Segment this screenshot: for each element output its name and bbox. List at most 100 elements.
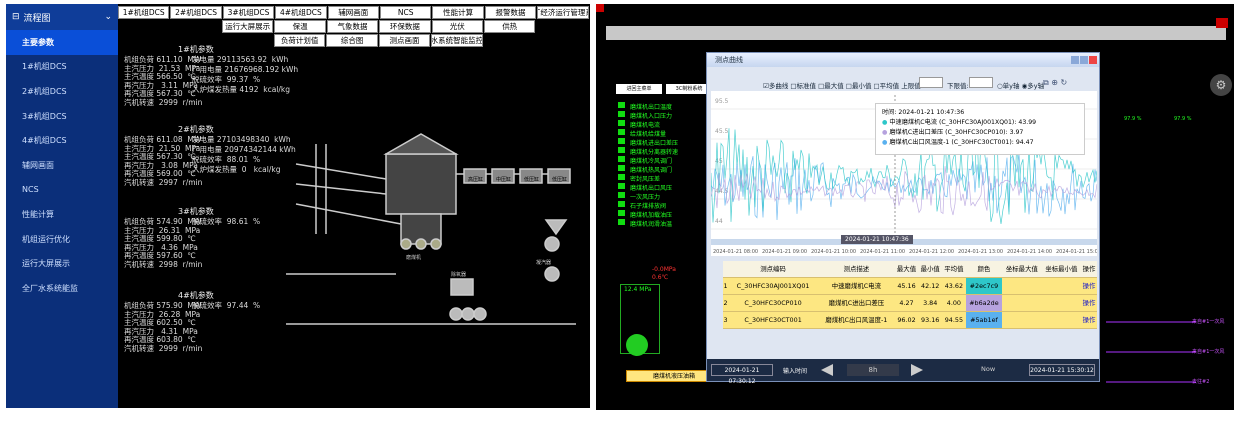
sidebar-item[interactable]: 运行大屏展示 — [6, 251, 118, 276]
unit-title: 4#机参数 — [178, 291, 214, 300]
row-action-link[interactable]: 操作 — [1081, 294, 1097, 312]
unit-title: 2#机参数 — [178, 125, 214, 134]
chevron-down-icon[interactable]: ⌄ — [104, 12, 112, 22]
top-nav-button[interactable]: 4#机组DCS — [275, 6, 327, 19]
top-nav-button[interactable]: 运行大屏展示 — [222, 20, 274, 33]
sidebar-header[interactable]: ⊟ 流程图 ⌄ — [6, 4, 118, 30]
sidebar-item[interactable]: 性能计算 — [6, 202, 118, 227]
tooltip-row: ● 磨煤机C出口风温度-1 (C_30HFC30CT001): 94.47 — [882, 138, 1078, 148]
back-main-menu-button[interactable]: 进回主菜单 — [616, 84, 662, 94]
signal-list-item[interactable]: 磨煤机进出口差压 — [630, 138, 678, 147]
sidebar-item[interactable]: 4#机组DCS — [6, 128, 118, 153]
signal-list-item[interactable]: 磨煤机出口温度 — [630, 102, 672, 111]
top-nav-button[interactable]: 光伏 — [431, 20, 483, 33]
sidebar-item[interactable]: 辅网画面 — [6, 153, 118, 178]
status-indicator — [618, 219, 625, 225]
top-nav-button[interactable]: 1#机组DCS — [118, 6, 170, 19]
row-action-link[interactable]: 操作 — [1081, 311, 1097, 329]
process-diagram: 高压缸 中压缸 低压缸 低压缸 凝汽器 除氧器 磨煤机 — [286, 133, 576, 325]
upper-limit-input[interactable] — [919, 77, 943, 88]
top-nav-button[interactable]: 全厂经济运行管理系统 — [537, 6, 589, 19]
side-value: 97.9 % — [1174, 116, 1192, 122]
minimize-icon[interactable] — [1071, 56, 1079, 64]
table-cell: C_30HFC30CT001 — [728, 311, 819, 329]
y-axis-radio[interactable]: ○单y轴 ◉多y轴 — [997, 80, 1044, 90]
status-indicator — [618, 201, 625, 207]
row-action-link[interactable]: 操作 — [1081, 277, 1097, 295]
table-row[interactable]: 1 C_30HFC30AJ001XQ01 中速磨煤机C电流 45.16 42.12 43.… — [723, 277, 1097, 295]
close-icon[interactable] — [1216, 18, 1228, 28]
diagram-label: 磨煤机 — [406, 254, 421, 261]
zoom-icons[interactable]: ⧉ ⊕ ↻ — [1043, 78, 1067, 88]
table-row[interactable]: 3 C_30HFC30CT001 磨煤机C出口风温度-1 96.02 93.16 94.5… — [723, 311, 1097, 329]
signal-list-item[interactable]: 磨煤机分离器转速 — [630, 147, 678, 156]
close-icon[interactable] — [596, 4, 604, 12]
top-nav-button[interactable]: 负荷计划值 — [274, 34, 326, 47]
start-time-field[interactable]: 2024-01-21 07:30:12 — [711, 364, 773, 385]
signal-list-item[interactable]: 密封风压差 — [630, 174, 660, 183]
options-toolbar[interactable]: ☑多曲线 □标准值 □最大值 □最小值 □平均值 上限值: — [763, 80, 923, 90]
top-nav-button[interactable]: 气象数据 — [326, 20, 379, 33]
header-bar — [606, 26, 1226, 40]
now-button[interactable]: Now — [981, 365, 995, 373]
signal-list-item[interactable]: 磨煤机冷风调门 — [630, 156, 672, 165]
top-nav-button[interactable]: 报警数据 — [484, 6, 537, 19]
sidebar-item[interactable]: 主要参数 — [6, 30, 118, 55]
pipe-label: 来自#1一次风 — [1192, 319, 1225, 325]
top-nav-button[interactable]: 性能计算 — [432, 6, 484, 19]
sidebar-item[interactable]: 全厂水系统能监 — [6, 276, 118, 301]
gear-icon[interactable]: ⚙ — [1210, 74, 1232, 96]
dialog-titlebar: 测点曲线 — [707, 53, 1099, 67]
signal-list-item[interactable]: 石子煤排放阀 — [630, 201, 666, 210]
top-nav-button[interactable]: 综合图 — [326, 34, 378, 47]
table-cell: C_30HFC30CP010 — [728, 294, 819, 312]
table-row[interactable]: 2 C_30HFC30CP010 磨煤机C进出口差压 4.27 3.84 4.00 #b6a… — [723, 294, 1097, 312]
sidebar-item[interactable]: 3#机组DCS — [6, 104, 118, 129]
top-nav-button[interactable]: 水系统智能监控 — [431, 34, 483, 47]
sidebar-item[interactable]: 1#机组DCS — [6, 55, 118, 80]
signal-list-item[interactable]: 给煤机给煤量 — [630, 129, 666, 138]
top-nav-button[interactable]: NCS — [380, 6, 432, 19]
prev-icon[interactable] — [821, 364, 833, 376]
maximize-icon[interactable] — [1080, 56, 1088, 64]
next-icon[interactable] — [911, 364, 923, 376]
top-nav-button[interactable]: 环保数据 — [379, 20, 431, 33]
signal-list-item[interactable]: 磨煤机热风调门 — [630, 165, 672, 174]
top-nav-button[interactable]: 3#机组DCS — [222, 6, 275, 19]
top-nav-button[interactable]: 供热 — [484, 20, 536, 33]
top-nav-button[interactable]: 保温 — [274, 20, 326, 33]
signal-list-item[interactable]: 磨煤机润滑油温 — [630, 219, 672, 228]
status-indicator — [618, 156, 625, 162]
top-nav-button[interactable]: 2#机组DCS — [170, 6, 222, 19]
x-tick-label: 2024-01-21 12:00 — [909, 249, 954, 255]
signal-list-item[interactable]: 磨煤机出口风压 — [630, 183, 672, 192]
lower-limit-label: 下限值: — [947, 82, 969, 90]
signal-list-item[interactable]: 磨煤机入口压力 — [630, 111, 672, 120]
lower-limit-input[interactable] — [969, 77, 993, 88]
tooltip-text: 磨煤机C进出口差压 (C_30HFC30CP010): 3.97 — [889, 129, 1024, 136]
table-cell: #5ab1ef — [965, 311, 1003, 329]
table-cell — [1002, 311, 1042, 329]
unit-param: 汽机转速 2999 r/min — [124, 344, 203, 353]
diagram-label: 除氧器 — [451, 271, 466, 278]
sidebar-item[interactable]: NCS — [6, 178, 118, 203]
table-cell: 磨煤机C出口风温度-1 — [818, 311, 895, 329]
input-time-label[interactable]: 输入时间 — [783, 366, 807, 375]
close-icon[interactable] — [1089, 56, 1097, 64]
table-cell: 43.62 — [942, 277, 966, 295]
end-time-field[interactable]: 2024-01-21 15:30:12 — [1029, 364, 1095, 376]
sidebar-item[interactable]: 机组运行优化 — [6, 227, 118, 252]
tooltip-row: ● 中速磨煤机C电流 (C_30HFC30AJ001XQ01): 43.99 — [882, 118, 1078, 128]
sidebar-item[interactable]: 2#机组DCS — [6, 79, 118, 104]
top-nav-button[interactable]: 测点画面 — [378, 34, 431, 47]
dialog-title: 测点曲线 — [715, 56, 743, 64]
top-nav-button[interactable]: 辅网画面 — [327, 6, 379, 19]
right-screenshot: ⚙ 进回主菜单 3C制粉系统 磨煤机出口温度 磨煤机入口压力 磨煤机电流 给煤机给煤量… — [596, 4, 1234, 410]
x-tick-label: 2024-01-21 09:00 — [762, 249, 807, 255]
signal-list-item[interactable]: 一次风压力 — [630, 192, 660, 201]
signal-list-item[interactable]: 磨煤机加载油压 — [630, 210, 672, 219]
table-header: 最大值 — [894, 261, 919, 278]
signal-list-item[interactable]: 磨煤机电流 — [630, 120, 660, 129]
status-indicator — [618, 183, 625, 189]
span-field[interactable]: 8h — [847, 364, 899, 376]
